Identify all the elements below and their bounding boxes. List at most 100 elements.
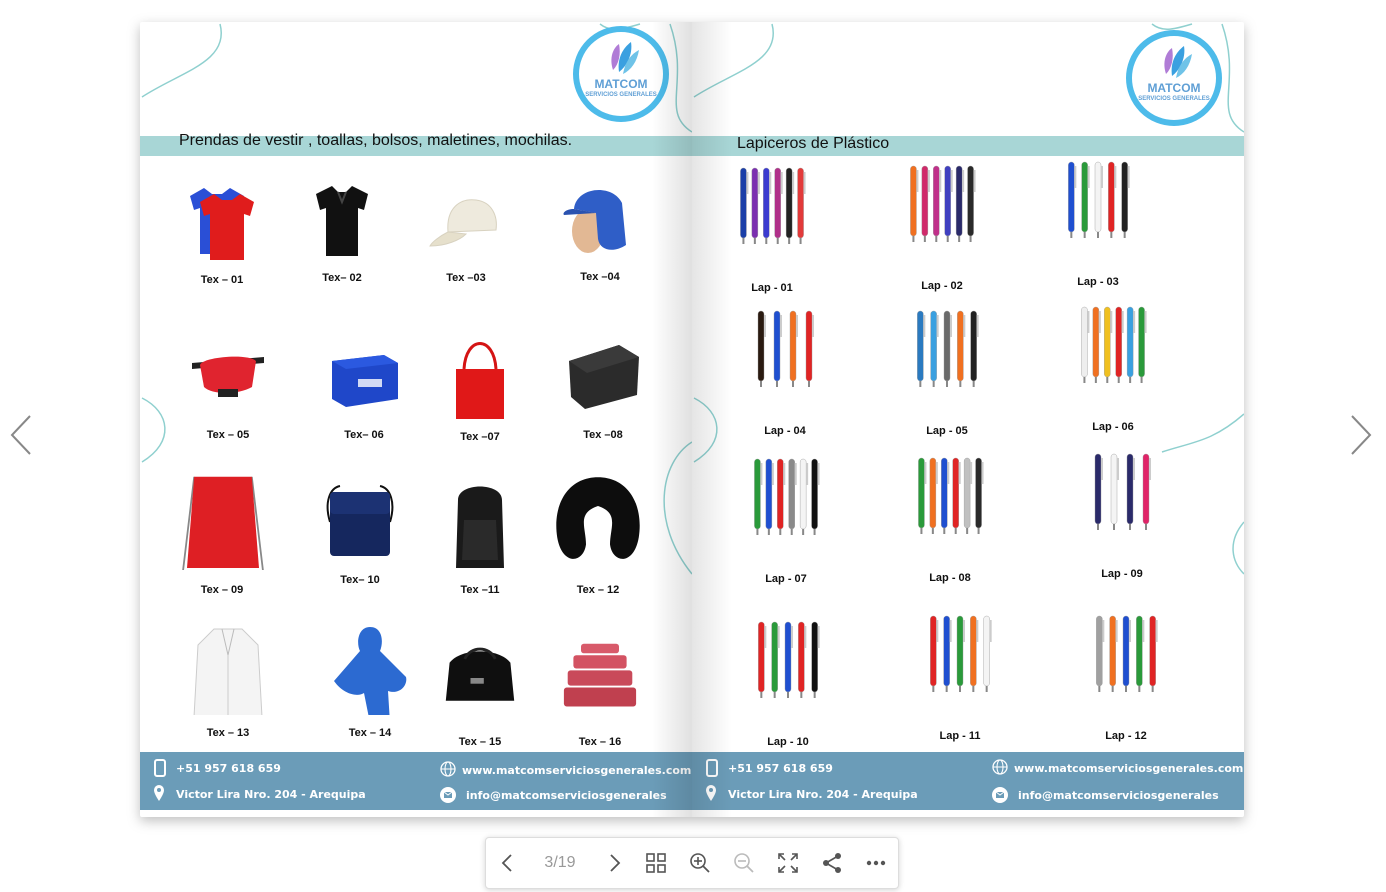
product-item[interactable]: Tex – 13	[173, 615, 283, 739]
product-code: Tex – 12	[576, 584, 620, 596]
product-code: Tex –03	[446, 272, 486, 284]
pens-icon	[917, 310, 979, 387]
product-code: Tex– 06	[344, 429, 384, 441]
product-item[interactable]: Tex –03	[411, 180, 521, 300]
product-item[interactable]: Lap - 05	[892, 305, 1002, 437]
chevron-right-icon	[1351, 415, 1372, 455]
product-code: Tex– 10	[340, 574, 380, 586]
product-item[interactable]: Lap - 10	[733, 616, 843, 748]
pens-icon	[1096, 615, 1158, 692]
product-item[interactable]: Tex –04	[545, 179, 655, 299]
product-item[interactable]: Tex– 02	[287, 180, 397, 300]
more-button[interactable]	[854, 838, 898, 888]
product-item[interactable]: Tex –11	[425, 470, 535, 596]
lab-coat-icon	[193, 628, 263, 715]
tote-bag-icon	[456, 342, 504, 419]
briefcase-icon	[569, 345, 639, 409]
footer-address: Victor Lira Nro. 204 - Arequipa	[176, 788, 366, 801]
footer-phone: +51 957 618 659	[176, 762, 281, 775]
leaves-logo-icon	[1164, 46, 1192, 78]
product-item[interactable]: Tex – 12	[543, 470, 653, 596]
product-code: Tex– 02	[322, 272, 362, 284]
pens-icon	[1068, 161, 1130, 238]
product-code: Tex – 13	[206, 727, 250, 739]
product-item[interactable]: Tex– 10	[305, 482, 415, 602]
zoom-in-icon	[690, 853, 710, 873]
product-item[interactable]: Tex – 14	[315, 615, 425, 739]
product-code: Lap - 02	[921, 280, 963, 292]
backpack-icon	[456, 486, 504, 568]
product-item[interactable]: Tex – 01	[167, 182, 277, 302]
next-page-arrow[interactable]	[1346, 412, 1376, 458]
globe-icon	[440, 761, 456, 777]
product-item[interactable]: Tex – 05	[173, 337, 283, 457]
product-code: Tex – 16	[578, 736, 622, 748]
product-code: Tex – 09	[200, 584, 244, 596]
pens-icon	[910, 165, 976, 242]
logo-name: MATCOM	[1147, 81, 1201, 95]
next-button[interactable]	[592, 838, 636, 888]
logo-name: MATCOM	[594, 77, 648, 91]
previous-button[interactable]	[486, 838, 530, 888]
page-indicator[interactable]: 3/19	[532, 838, 588, 888]
product-item[interactable]: Lap - 08	[895, 452, 1005, 584]
product-code: Lap - 12	[1105, 730, 1147, 742]
product-code: Lap - 09	[1101, 568, 1143, 580]
product-code: Tex – 01	[200, 274, 244, 286]
mail-icon	[440, 787, 456, 803]
product-item[interactable]: Lap - 12	[1071, 610, 1181, 742]
product-item[interactable]: Lap - 04	[730, 305, 840, 437]
product-item[interactable]: Lap - 09	[1067, 448, 1177, 580]
logo-tagline: SERVICIOS GENERALES	[585, 92, 657, 98]
pens-icon	[740, 167, 806, 244]
previous-page-arrow[interactable]	[6, 412, 36, 458]
section-title: Lapiceros de Plástico	[737, 135, 890, 152]
poncho-icon	[334, 627, 407, 715]
zoom-in-button[interactable]	[678, 838, 722, 888]
product-item[interactable]: Lap - 02	[887, 160, 997, 292]
product-item[interactable]: Tex – 09	[167, 470, 277, 596]
footer-email[interactable]: info@matcomserviciosgenerales	[1018, 789, 1219, 802]
duffel-bag-icon	[445, 647, 515, 701]
product-item[interactable]: Lap - 03	[1043, 156, 1153, 288]
product-item[interactable]: Tex –07	[425, 319, 535, 443]
footer-email[interactable]: info@matcomserviciosgenerales	[466, 789, 667, 802]
product-code: Tex –08	[583, 429, 623, 441]
product-code: Tex –07	[460, 431, 500, 443]
matcom-logo: MATCOM SERVICIOS GENERALES	[1126, 30, 1222, 126]
pens-icon	[918, 457, 984, 534]
share-button[interactable]	[810, 838, 854, 888]
product-code: Tex – 14	[348, 727, 392, 739]
section-title: Prendas de vestir , toallas, bolsos, mal…	[179, 132, 573, 149]
fullscreen-icon	[778, 853, 798, 873]
product-item[interactable]: Lap - 11	[905, 610, 1015, 742]
spine-shadow	[652, 22, 692, 817]
footer-website[interactable]: www.matcomserviciosgenerales.com	[1014, 762, 1243, 775]
cooler-bag-icon	[332, 355, 398, 407]
pens-icon	[757, 310, 814, 387]
product-item[interactable]: Lap - 06	[1058, 301, 1168, 433]
product-item[interactable]: Tex – 16	[545, 640, 655, 760]
polo-icon	[316, 186, 368, 256]
shoulder-bag-icon	[326, 485, 394, 556]
leaves-logo-icon	[611, 42, 639, 74]
product-code: Tex –11	[460, 584, 500, 596]
location-pin-icon	[154, 785, 164, 801]
neck-pillow-icon	[556, 477, 640, 559]
product-code: Tex –04	[580, 271, 620, 283]
zoom-out-button[interactable]	[722, 838, 766, 888]
drawstring-bag-icon	[182, 476, 264, 570]
product-code: Lap - 07	[765, 573, 807, 585]
product-item[interactable]: Tex –08	[548, 337, 658, 457]
spine-shadow	[692, 22, 732, 817]
product-item[interactable]: Tex – 15	[425, 640, 535, 760]
pens-icon	[1094, 453, 1151, 530]
pens-icon	[930, 615, 992, 692]
thumbnails-button[interactable]	[634, 838, 678, 888]
product-item[interactable]: Lap - 01	[717, 162, 827, 294]
footer-phone: +51 957 618 659	[728, 762, 833, 775]
product-item[interactable]: Tex– 06	[309, 337, 419, 457]
fullscreen-button[interactable]	[766, 838, 810, 888]
phone-icon	[154, 759, 166, 777]
product-item[interactable]: Lap - 07	[731, 453, 841, 585]
